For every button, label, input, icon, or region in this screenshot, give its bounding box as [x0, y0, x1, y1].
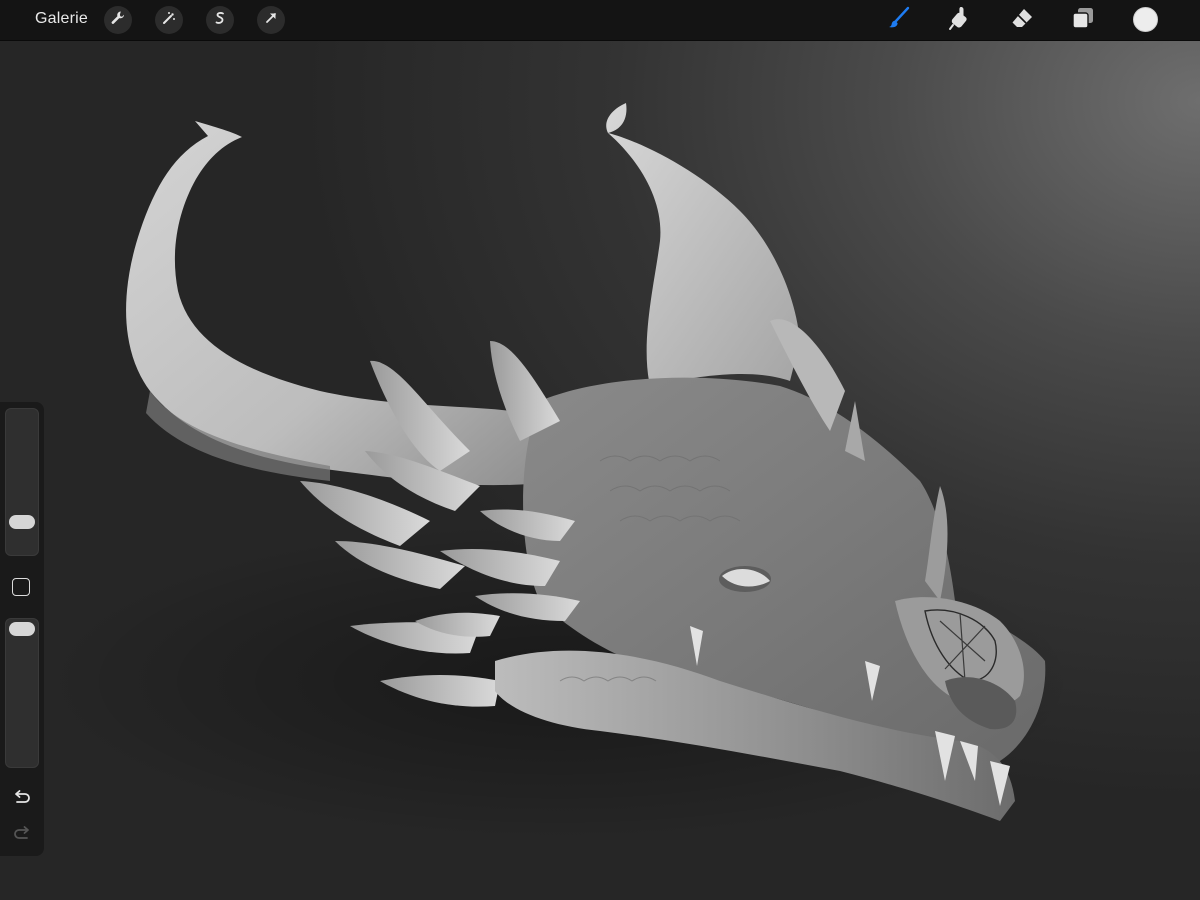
drawing-canvas[interactable] — [0, 41, 1200, 900]
smudge-icon — [947, 5, 973, 36]
eraser-icon — [1009, 5, 1035, 36]
top-toolbar: Galerie — [0, 0, 1200, 41]
brush-size-slider[interactable] — [5, 408, 39, 556]
selection-s-icon — [212, 10, 228, 31]
adjustments-button[interactable] — [155, 6, 183, 34]
color-picker-button[interactable] — [1133, 7, 1158, 32]
modify-button[interactable] — [12, 578, 30, 596]
magic-wand-icon — [161, 10, 177, 31]
layers-icon — [1070, 5, 1096, 36]
dragon-head-painting — [40, 103, 1080, 841]
actions-button[interactable] — [104, 6, 132, 34]
opacity-slider[interactable] — [5, 618, 39, 768]
brush-size-slider-thumb[interactable] — [9, 515, 35, 530]
eraser-tool-button[interactable] — [1007, 5, 1037, 35]
undo-button[interactable] — [11, 787, 33, 809]
selection-button[interactable] — [206, 6, 234, 34]
layers-button[interactable] — [1068, 5, 1098, 35]
smudge-tool-button[interactable] — [945, 5, 975, 35]
gallery-button[interactable]: Galerie — [35, 9, 88, 29]
left-sidebar — [0, 402, 44, 856]
undo-icon — [11, 790, 33, 813]
brush-icon — [886, 5, 912, 36]
redo-icon — [11, 826, 33, 849]
wrench-icon — [110, 10, 126, 31]
redo-button[interactable] — [11, 823, 33, 845]
opacity-slider-thumb[interactable] — [9, 622, 35, 636]
transform-button[interactable] — [257, 6, 285, 34]
brush-tool-button[interactable] — [884, 5, 914, 35]
procreate-app: Galerie — [0, 0, 1200, 900]
arrow-cursor-icon — [263, 10, 279, 31]
